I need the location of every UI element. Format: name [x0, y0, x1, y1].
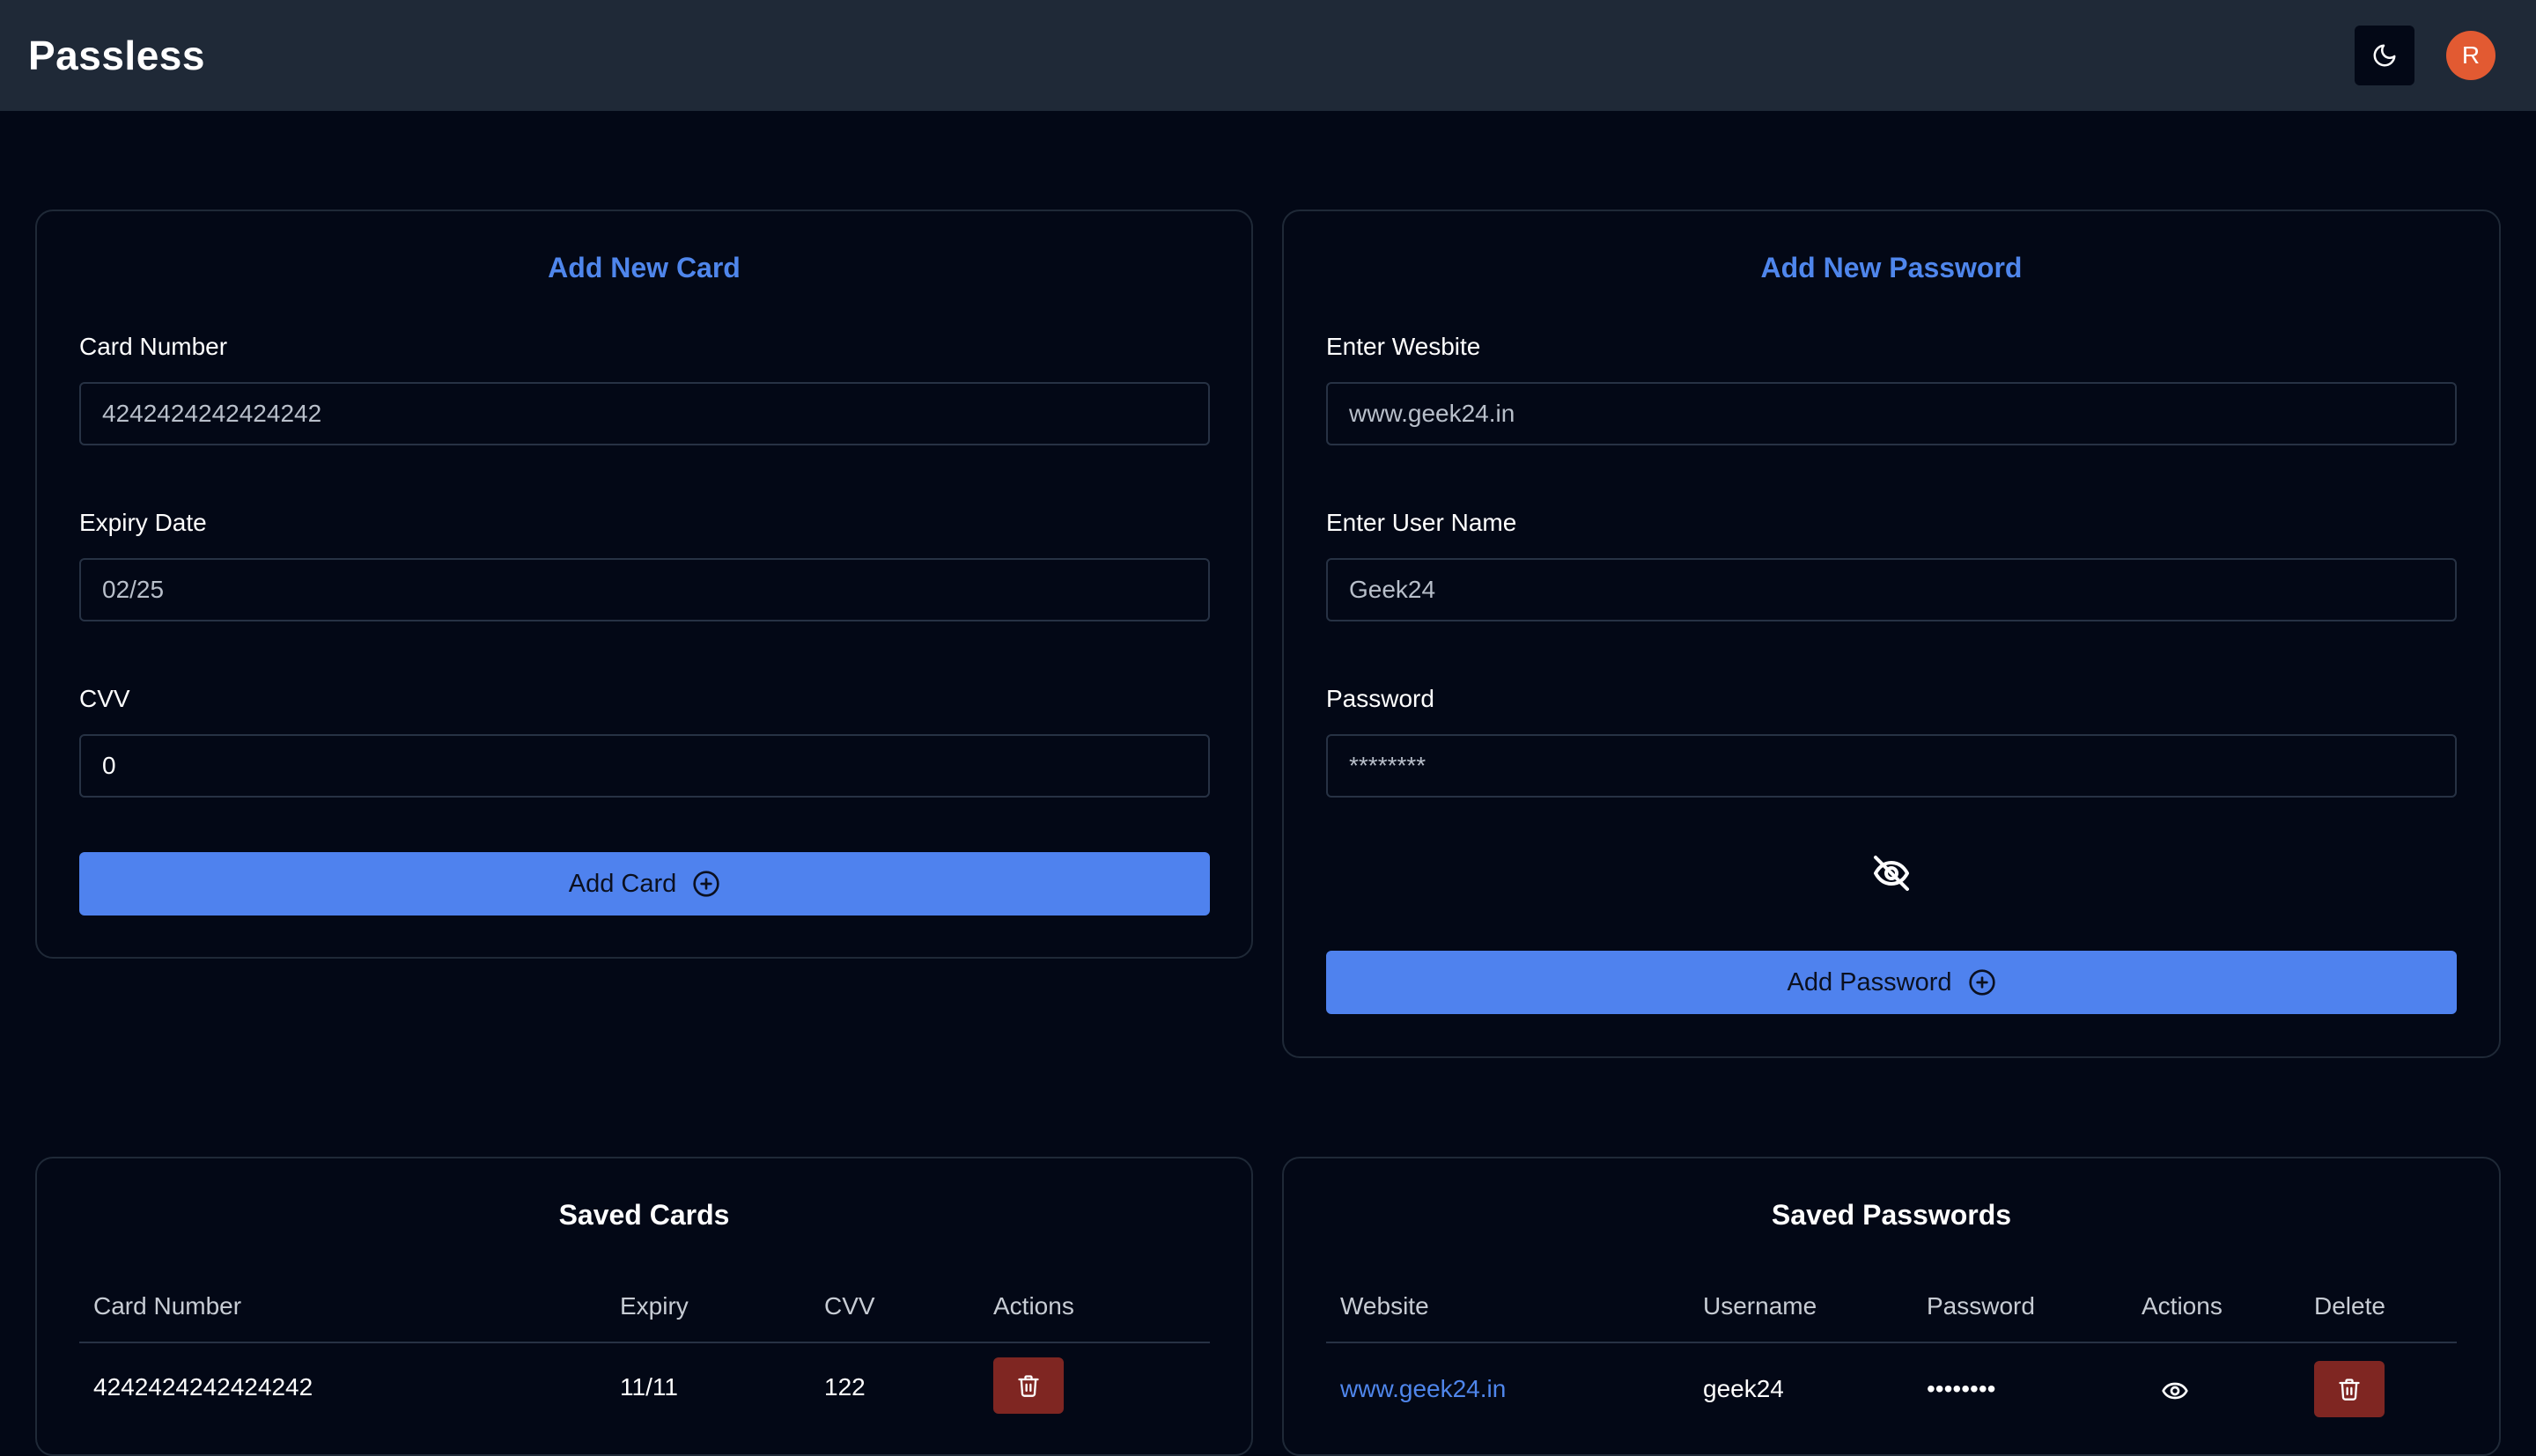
- saved-cards-col-expiry: Expiry: [620, 1292, 689, 1320]
- expiry-date-input[interactable]: 02/25: [79, 558, 1210, 621]
- table-divider: [1326, 1342, 2457, 1343]
- saved-cards-panel: Saved Cards Card Number Expiry CVV Actio…: [35, 1157, 1253, 1456]
- saved-cards-col-actions: Actions: [993, 1292, 1074, 1320]
- cvv-label: CVV: [79, 685, 130, 712]
- website-input[interactable]: www.geek24.in: [1326, 382, 2457, 445]
- delete-card-button[interactable]: [993, 1357, 1064, 1414]
- plus-circle-icon: [1968, 969, 1995, 996]
- username-label: Enter User Name: [1326, 509, 1517, 536]
- eye-off-icon: [1874, 856, 1909, 891]
- cvv-input[interactable]: 0: [79, 734, 1210, 798]
- expiry-cell: 11/11: [620, 1373, 678, 1401]
- password-input[interactable]: ********: [1326, 734, 2457, 798]
- header-actions: R: [2355, 26, 2508, 85]
- eye-icon: [2162, 1382, 2188, 1400]
- view-password-button[interactable]: [2157, 1373, 2193, 1408]
- saved-passwords-panel: Saved Passwords Website Username Passwor…: [1282, 1157, 2501, 1456]
- card-number-cell: 4242424242424242: [93, 1373, 313, 1401]
- add-card-panel: Add New Card Card Number 424242424242424…: [35, 210, 1253, 959]
- add-password-button-label: Add Password: [1787, 967, 1952, 996]
- expiry-date-label: Expiry Date: [79, 509, 207, 536]
- add-card-button-label: Add Card: [568, 869, 677, 898]
- moon-icon: [2373, 44, 2396, 67]
- username-input[interactable]: Geek24: [1326, 558, 2457, 621]
- add-password-button[interactable]: Add Password: [1326, 951, 2457, 1014]
- theme-toggle-button[interactable]: [2355, 26, 2414, 85]
- website-link[interactable]: www.geek24.in: [1340, 1375, 1506, 1403]
- card-number-input[interactable]: 4242424242424242: [79, 382, 1210, 445]
- saved-cards-col-card-number: Card Number: [93, 1292, 242, 1320]
- toggle-password-visibility[interactable]: [1869, 850, 1914, 896]
- plus-circle-icon: [693, 871, 719, 897]
- top-navbar: Passless R: [0, 0, 2536, 111]
- saved-passwords-col-username: Username: [1703, 1292, 1817, 1320]
- add-card-title: Add New Card: [548, 252, 741, 283]
- saved-passwords-col-password: Password: [1927, 1292, 2035, 1320]
- password-label: Password: [1326, 685, 1434, 712]
- saved-passwords-col-website: Website: [1340, 1292, 1429, 1320]
- trash-icon: [2339, 1379, 2360, 1401]
- app-brand[interactable]: Passless: [28, 32, 205, 79]
- add-password-title: Add New Password: [1760, 252, 2023, 283]
- cvv-cell: 122: [824, 1373, 866, 1401]
- add-password-panel: Add New Password Enter Wesbite www.geek2…: [1282, 210, 2501, 1058]
- add-card-button[interactable]: Add Card: [79, 852, 1210, 916]
- saved-cards-col-cvv: CVV: [824, 1292, 875, 1320]
- user-avatar[interactable]: R: [2446, 31, 2495, 80]
- trash-icon: [1018, 1375, 1039, 1397]
- saved-cards-title: Saved Cards: [558, 1199, 730, 1231]
- username-cell: geek24: [1703, 1375, 1784, 1402]
- card-number-label: Card Number: [79, 333, 228, 360]
- table-divider: [79, 1342, 1210, 1343]
- delete-password-button[interactable]: [2314, 1361, 2385, 1417]
- website-label: Enter Wesbite: [1326, 333, 1481, 360]
- saved-passwords-col-delete: Delete: [2314, 1292, 2385, 1320]
- saved-passwords-title: Saved Passwords: [1771, 1199, 2012, 1231]
- saved-passwords-col-actions: Actions: [2142, 1292, 2223, 1320]
- password-cell: ••••••••: [1927, 1375, 1996, 1402]
